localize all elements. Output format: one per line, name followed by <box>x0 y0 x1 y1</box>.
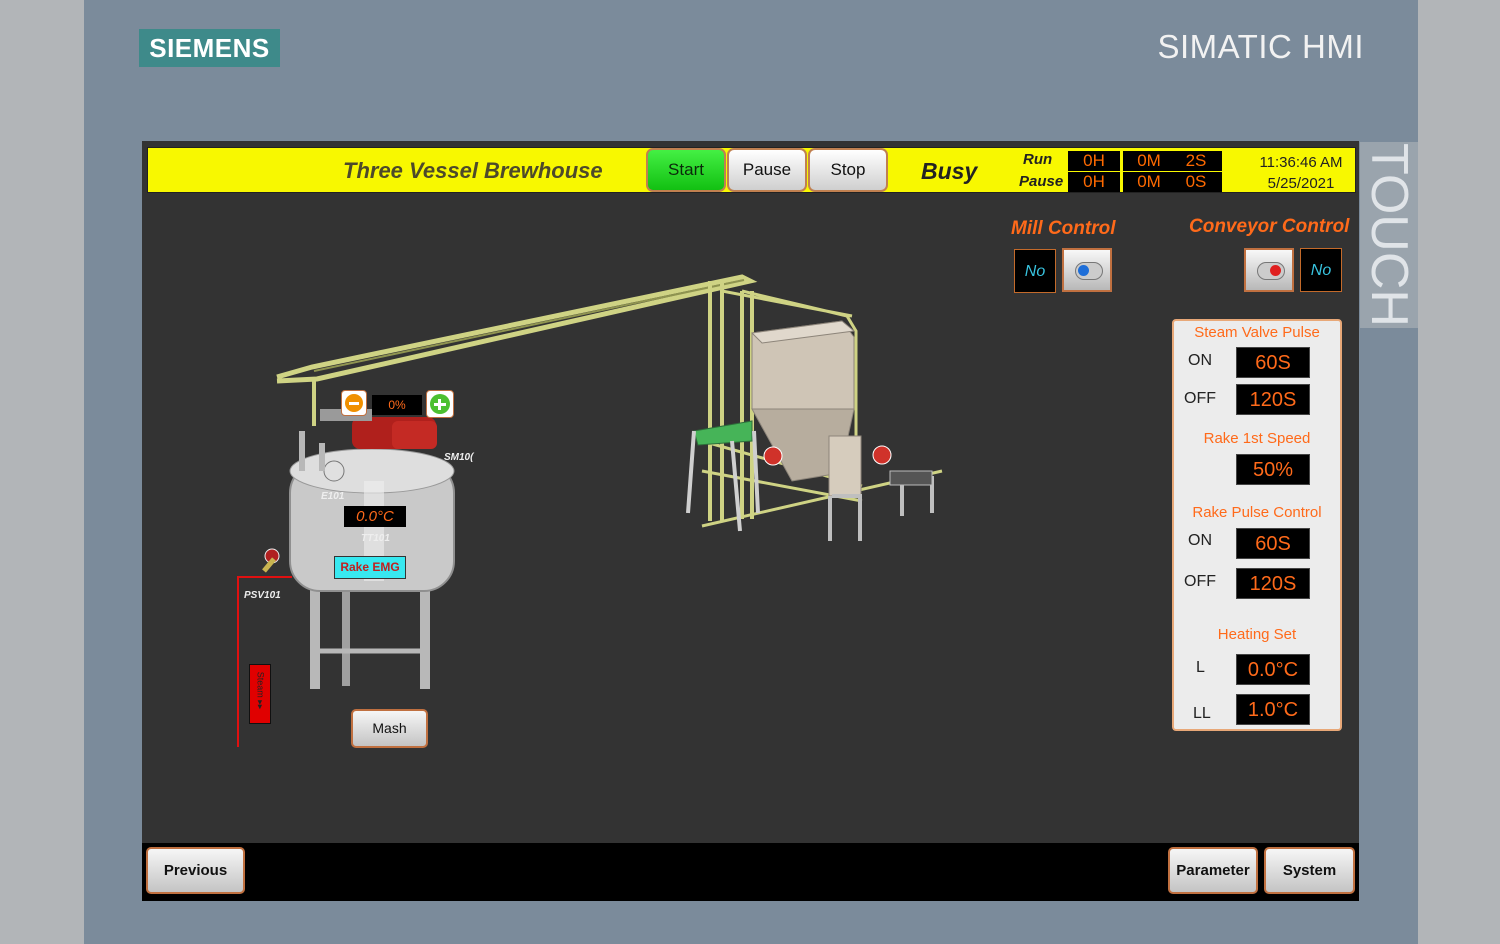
hmi-screen: Three Vessel Brewhouse Start Pause Stop … <box>142 141 1359 901</box>
switch-icon <box>1257 262 1285 280</box>
minus-icon <box>345 394 363 412</box>
plus-icon <box>430 394 450 414</box>
footer-bar: Previous Parameter System <box>142 843 1359 901</box>
rake-speed-input[interactable]: 50% <box>1236 454 1310 485</box>
tank-legs-left <box>310 581 320 689</box>
siemens-logo: SIEMENS <box>139 29 280 67</box>
rake-pulse-title: Rake Pulse Control <box>1192 504 1322 521</box>
rake-on-label: ON <box>1188 532 1212 549</box>
steam-label: Steam ▸▸ <box>255 671 266 710</box>
steam-indicator: Steam ▸▸ <box>249 664 271 724</box>
heating-ll-label: LL <box>1193 705 1211 722</box>
steam-on-input[interactable]: 60S <box>1236 347 1310 378</box>
rake-off-input[interactable]: 120S <box>1236 568 1310 599</box>
rake-on-input[interactable]: 60S <box>1236 528 1310 559</box>
decrease-speed-button[interactable] <box>341 390 367 416</box>
conveyor-red-button <box>872 445 892 465</box>
steam-valve-pulse-title: Steam Valve Pulse <box>1194 324 1320 341</box>
system-button[interactable]: System <box>1264 847 1355 894</box>
rake-off-label: OFF <box>1184 573 1216 590</box>
mill-red-button <box>763 446 783 466</box>
clock: 11:36:46 AM 5/25/2021 <box>1246 152 1356 194</box>
heating-ll-input[interactable]: 1.0°C <box>1236 694 1310 725</box>
tank-legs-mid <box>342 586 350 686</box>
parameter-panel: Steam Valve Pulse ON 60S OFF 120S Rake 1… <box>1172 319 1342 731</box>
temperature-display: 0.0°C <box>344 506 406 527</box>
vessel-tag: E101 <box>321 491 345 502</box>
previous-button[interactable]: Previous <box>146 847 245 894</box>
motor-tag: SM10( <box>444 452 474 463</box>
conveyor-control-title: Conveyor Control <box>1189 216 1350 237</box>
rake-speed-title: Rake 1st Speed <box>1203 430 1311 447</box>
sight-glass <box>323 460 345 482</box>
tank-legs-right <box>420 581 430 689</box>
heating-l-label: L <box>1196 659 1205 676</box>
touch-label: TOUCH <box>1360 142 1418 328</box>
speed-display: 0% <box>372 395 422 415</box>
clock-date: 5/25/2021 <box>1267 175 1335 192</box>
steam-off-label: OFF <box>1184 390 1216 407</box>
motor-gearbox <box>392 421 437 449</box>
small-stand <box>889 470 933 486</box>
increase-speed-button[interactable] <box>426 390 454 418</box>
heating-l-input[interactable]: 0.0°C <box>1236 654 1310 685</box>
conveyor-state: No <box>1300 248 1342 292</box>
temperature-tag: TT101 <box>361 533 390 544</box>
steam-off-input[interactable]: 120S <box>1236 384 1310 415</box>
right-frame <box>1418 0 1500 944</box>
rake-emg-button[interactable]: Rake EMG <box>334 556 406 579</box>
clock-time: 11:36:46 AM <box>1259 154 1343 171</box>
heating-set-title: Heating Set <box>1217 626 1297 643</box>
bucket-elevator <box>708 281 754 521</box>
pause-seconds: 0S <box>1170 172 1222 192</box>
simatic-hmi-label: SIMATIC HMI <box>1157 28 1364 65</box>
mash-button[interactable]: Mash <box>351 709 428 748</box>
mill-body <box>828 435 862 497</box>
left-frame <box>0 0 84 944</box>
conveyor-rail <box>313 279 745 372</box>
steam-on-label: ON <box>1188 352 1212 369</box>
parameter-button[interactable]: Parameter <box>1168 847 1258 894</box>
conveyor-toggle-switch[interactable] <box>1244 248 1294 292</box>
run-seconds: 2S <box>1170 151 1222 171</box>
psv-tag: PSV101 <box>244 590 281 601</box>
process-graphic <box>237 274 943 747</box>
